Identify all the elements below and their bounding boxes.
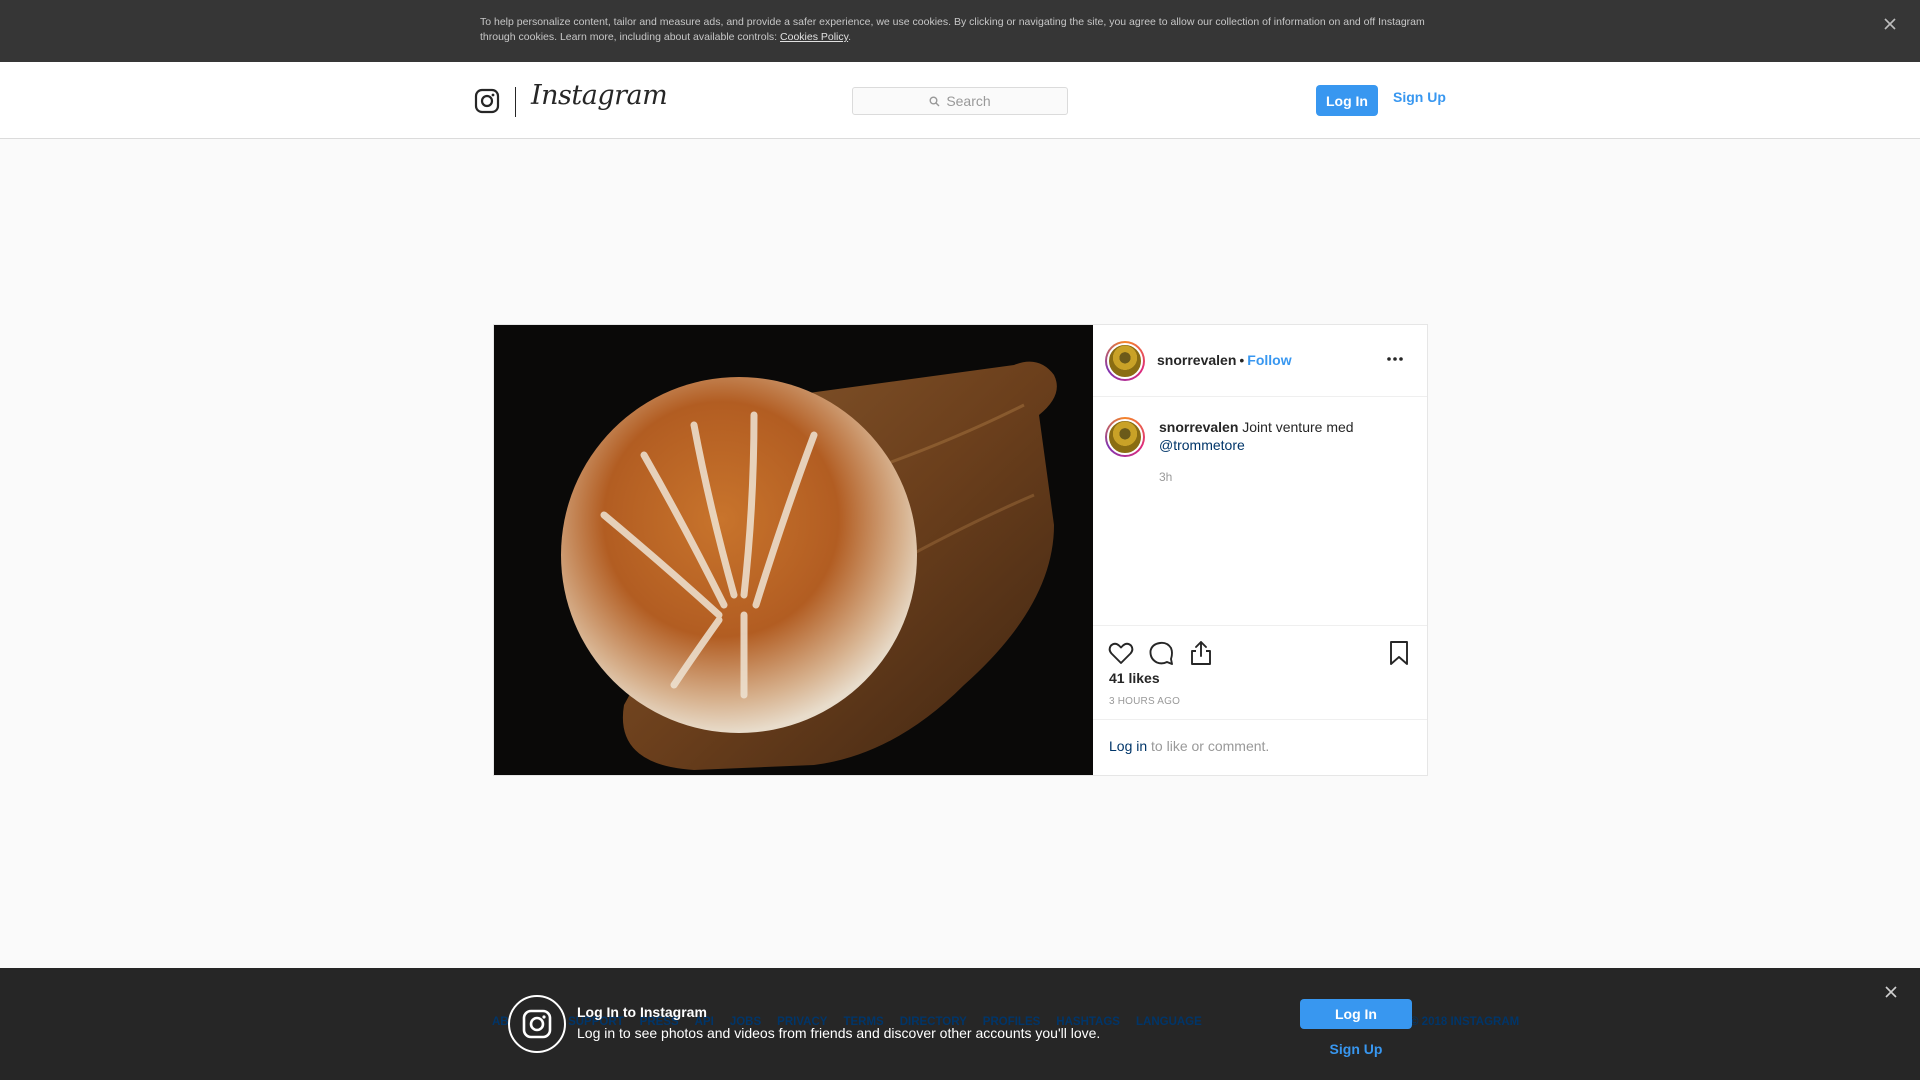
caption-timestamp: 3h bbox=[1159, 470, 1173, 484]
caption-avatar[interactable] bbox=[1105, 417, 1145, 457]
avatar[interactable] bbox=[1105, 341, 1145, 381]
comment-login-link[interactable]: Log in bbox=[1109, 738, 1147, 754]
login-button[interactable]: Log In bbox=[1316, 85, 1378, 116]
follow-button[interactable]: Follow bbox=[1247, 352, 1291, 368]
post-actions: 41 likes 3 HOURS AGO bbox=[1093, 625, 1427, 719]
signup-link[interactable]: Sign Up bbox=[1393, 89, 1446, 105]
heart-icon[interactable] bbox=[1107, 639, 1135, 667]
instagram-wordmark[interactable]: Instagram bbox=[531, 80, 668, 111]
caption-mention-link[interactable]: @trommetore bbox=[1159, 437, 1245, 453]
cookie-message: To help personalize content, tailor and … bbox=[480, 16, 1425, 43]
separator-dot: • bbox=[1239, 352, 1245, 368]
login-prompt-subtitle: Log in to see photos and videos from fri… bbox=[577, 1025, 1101, 1041]
search-input[interactable]: Search bbox=[852, 87, 1068, 115]
cookie-suffix: . bbox=[848, 31, 852, 43]
login-prompt-title: Log In to Instagram bbox=[577, 1004, 707, 1020]
author-username[interactable]: snorrevalen bbox=[1157, 352, 1236, 368]
likes-count[interactable]: 41 likes bbox=[1109, 670, 1160, 686]
bookmark-icon[interactable] bbox=[1385, 639, 1413, 667]
search-icon bbox=[929, 96, 940, 106]
more-icon[interactable] bbox=[1385, 353, 1405, 365]
cookie-banner: To help personalize content, tailor and … bbox=[0, 0, 1920, 62]
cookies-policy-link[interactable]: Cookies Policy bbox=[780, 31, 848, 43]
instagram-glyph-icon[interactable] bbox=[474, 88, 500, 114]
logo-divider bbox=[515, 87, 516, 117]
close-icon[interactable] bbox=[1882, 16, 1898, 32]
post-header: snorrevalen • Follow bbox=[1093, 325, 1427, 397]
comment-prompt-text: to like or comment. bbox=[1147, 738, 1270, 754]
posted-time: 3 HOURS AGO bbox=[1109, 696, 1181, 707]
bread-photo-illustration bbox=[494, 325, 1093, 775]
cookie-text: To help personalize content, tailor and … bbox=[480, 15, 1440, 45]
post-photo[interactable] bbox=[494, 325, 1093, 775]
search-placeholder: Search bbox=[946, 93, 991, 109]
post-card: snorrevalen • Follow snorrevalen Joint ven… bbox=[493, 324, 1428, 776]
top-navigation: Instagram Search Log In Sign Up bbox=[0, 62, 1920, 139]
instagram-glyph-icon bbox=[522, 1009, 552, 1039]
comment-icon[interactable] bbox=[1147, 639, 1175, 667]
footer-link-language[interactable]: LANGUAGE bbox=[1136, 1016, 1202, 1028]
bottom-login-button[interactable]: Log In bbox=[1300, 999, 1412, 1029]
post-caption: snorrevalen Joint venture med @trommetor… bbox=[1159, 418, 1409, 454]
login-prompt-bar: ABOUT US SUPPORT PRESS API JOBS PRIVACY … bbox=[0, 968, 1920, 1080]
footer-copyright: © 2018 INSTAGRAM bbox=[1410, 1016, 1520, 1028]
share-icon[interactable] bbox=[1187, 639, 1215, 667]
caption-text: Joint venture med bbox=[1238, 419, 1354, 435]
close-icon[interactable] bbox=[1884, 985, 1898, 999]
bottom-signup-link[interactable]: Sign Up bbox=[1300, 1041, 1412, 1057]
caption-username[interactable]: snorrevalen bbox=[1159, 419, 1238, 435]
instagram-logo-icon bbox=[508, 995, 566, 1053]
post-author: snorrevalen • Follow bbox=[1157, 352, 1292, 368]
comment-prompt: Log in to like or comment. bbox=[1093, 719, 1427, 775]
post-sidebar: snorrevalen • Follow snorrevalen Joint ven… bbox=[1093, 325, 1427, 775]
